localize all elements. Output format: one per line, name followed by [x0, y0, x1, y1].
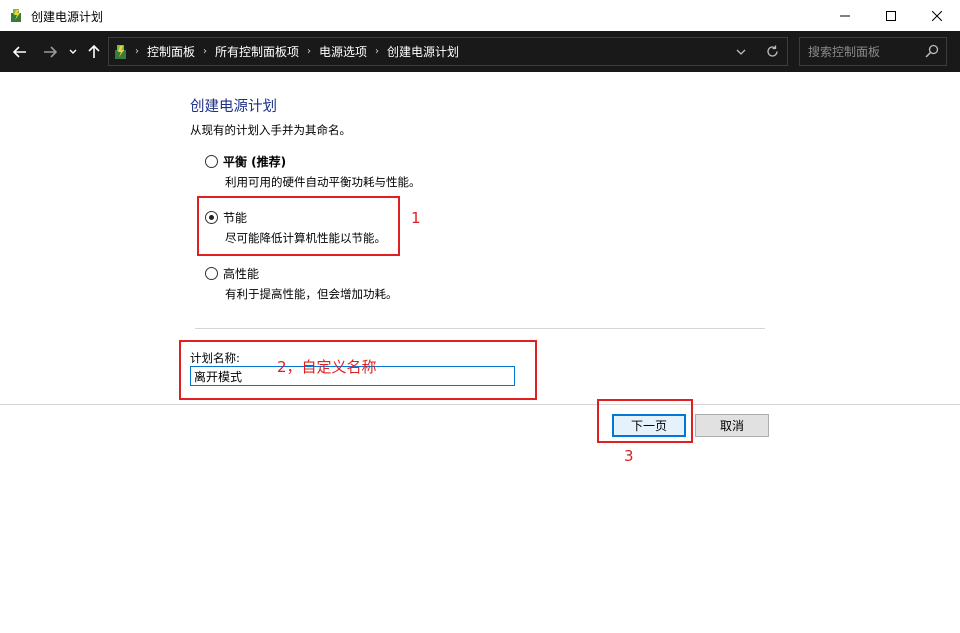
breadcrumb-control-panel[interactable]: 控制面板 [147, 43, 195, 60]
back-button[interactable] [8, 31, 32, 72]
forward-button[interactable] [38, 31, 62, 72]
radio-balanced[interactable] [205, 155, 218, 168]
close-button[interactable] [914, 0, 960, 31]
annotation-box-step1 [197, 196, 400, 256]
maximize-button[interactable] [868, 0, 914, 31]
chevron-down-icon [69, 49, 77, 54]
annotation-step3-label: 3 [624, 447, 634, 465]
up-arrow-icon [88, 44, 100, 58]
minimize-button[interactable] [822, 0, 868, 31]
annotation-step1-label: 1 [411, 209, 421, 227]
breadcrumb-separator-icon: › [203, 46, 208, 57]
address-dropdown-button[interactable] [729, 38, 753, 65]
back-arrow-icon [13, 45, 26, 58]
control-panel-icon [112, 43, 130, 61]
option-label[interactable]: 高性能 [223, 265, 259, 282]
search-icon[interactable] [925, 44, 939, 61]
search-box[interactable] [799, 37, 947, 66]
refresh-icon [766, 45, 778, 57]
radio-high-performance[interactable] [205, 267, 218, 280]
chevron-down-icon [736, 49, 746, 55]
annotation-step2-label: 2，自定义名称 [277, 358, 377, 376]
recent-locations-button[interactable] [66, 31, 80, 72]
forward-arrow-icon [44, 45, 57, 58]
breadcrumb-separator-icon: › [307, 46, 312, 57]
refresh-button[interactable] [759, 38, 785, 65]
page-title: 创建电源计划 [190, 99, 277, 115]
footer-divider [0, 404, 960, 405]
breadcrumb-create-plan[interactable]: 创建电源计划 [387, 43, 459, 60]
address-bar[interactable]: › 控制面板 › 所有控制面板项 › 电源选项 › 创建电源计划 [108, 37, 788, 66]
option-label[interactable]: 平衡 (推荐) [223, 153, 286, 170]
up-button[interactable] [84, 31, 104, 72]
page-subtitle: 从现有的计划入手并为其命名。 [190, 123, 351, 137]
option-description: 利用可用的硬件自动平衡功耗与性能。 [225, 175, 421, 189]
annotation-box-step3 [597, 399, 693, 443]
title-bar: 创建电源计划 [0, 0, 960, 31]
breadcrumb-all-items[interactable]: 所有控制面板项 [215, 43, 299, 60]
cancel-button[interactable]: 取消 [695, 414, 769, 437]
window-title: 创建电源计划 [31, 10, 104, 24]
option-description: 有利于提高性能，但会增加功耗。 [225, 287, 398, 301]
breadcrumb-power-options[interactable]: 电源选项 [319, 43, 367, 60]
power-options-icon [9, 7, 25, 23]
breadcrumb-separator-icon: › [375, 46, 380, 57]
breadcrumb: › 控制面板 › 所有控制面板项 › 电源选项 › 创建电源计划 [135, 38, 459, 65]
search-input[interactable] [808, 43, 918, 60]
breadcrumb-separator-icon: › [135, 46, 139, 57]
section-divider [195, 328, 765, 329]
navigation-bar: › 控制面板 › 所有控制面板项 › 电源选项 › 创建电源计划 [0, 31, 960, 72]
